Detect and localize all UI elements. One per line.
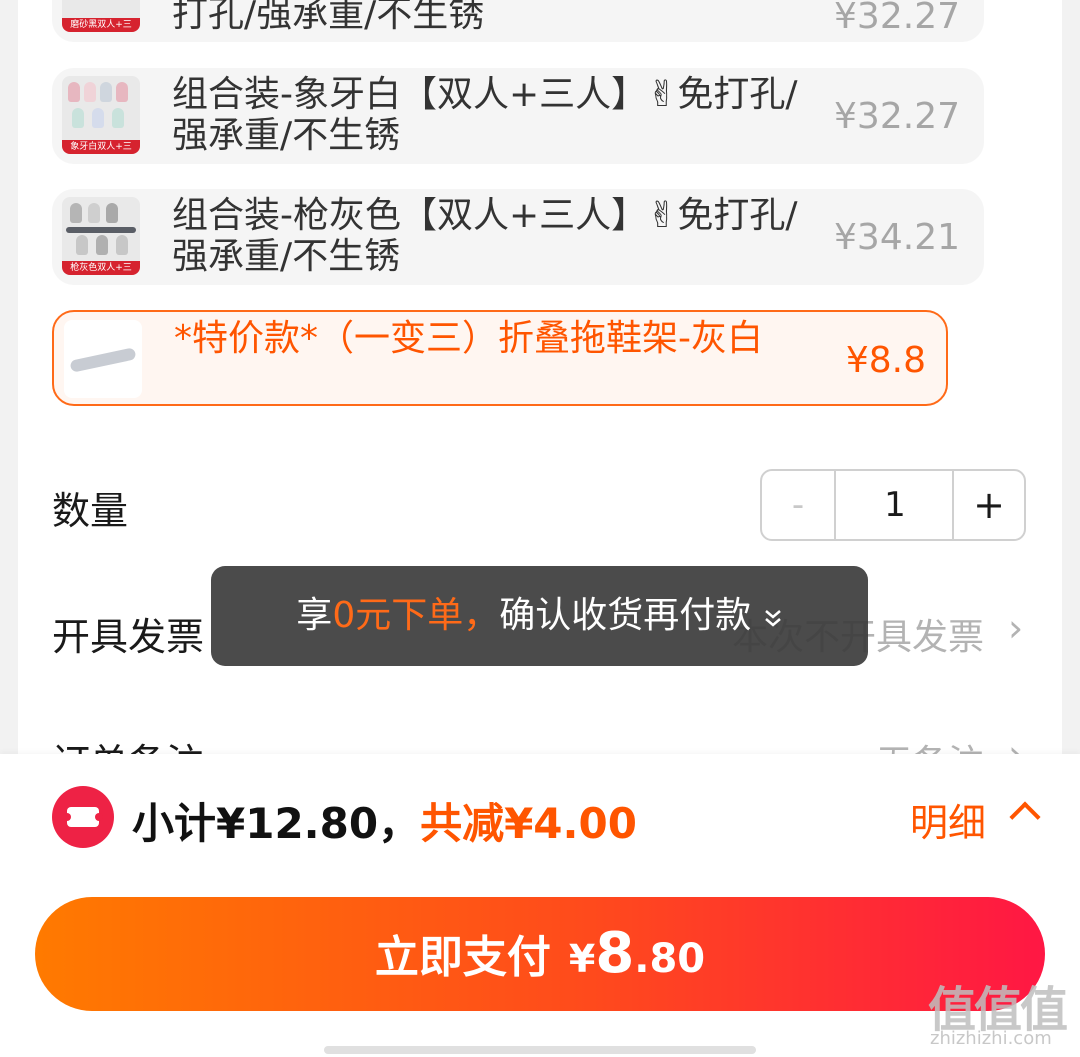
toast-suffix: 确认收货再付款 — [499, 595, 752, 636]
sku-thumbnail-tag: 磨砂黑双人+三 — [62, 18, 140, 32]
pay-label: 立即支付 — [374, 932, 551, 983]
subtotal-text: 小计¥12.80， — [132, 799, 421, 848]
sku-price: ¥8.8 — [845, 340, 926, 381]
sku-option-selected[interactable]: *特价款*（一变三）折叠拖鞋架-灰白 ¥8.8 — [52, 310, 948, 406]
invoice-label: 开具发票 — [52, 615, 205, 659]
toast-prefix: 享 — [296, 595, 333, 636]
double-chevron-down-icon — [763, 602, 783, 632]
sku-thumbnail — [64, 320, 142, 398]
discount-text: 共减¥4.00 — [420, 799, 637, 848]
coupon-icon — [52, 786, 114, 848]
sku-option[interactable]: 磨砂黑双人+三 打孔/强承重/不生锈 ¥32.27 — [52, 0, 984, 42]
sku-name: *特价款*（一变三）折叠拖鞋架-灰白 — [174, 318, 763, 359]
sku-price: ¥34.21 — [834, 217, 960, 258]
price-summary: 小计¥12.80，共减¥4.00 — [132, 790, 637, 851]
quantity-label: 数量 — [52, 489, 129, 533]
chevron-right-icon: › — [1008, 606, 1024, 650]
quantity-stepper: - 1 + — [760, 469, 1026, 541]
sku-thumbnail: 枪灰色双人+三 — [62, 197, 140, 275]
pay-now-button[interactable]: 立即支付 ¥8.80 — [35, 897, 1045, 1011]
sku-thumbnail-tag: 枪灰色双人+三 — [62, 261, 140, 275]
sku-name: 组合装-枪灰色【双人+三人】✌免打孔/强承重/不生锈 — [172, 195, 798, 277]
decrease-button[interactable]: - — [762, 471, 836, 539]
sku-thumbnail: 象牙白双人+三 — [62, 76, 140, 154]
sku-name: 组合装-象牙白【双人+三人】✌免打孔/强承重/不生锈 — [172, 74, 798, 156]
toast-highlight: 0元下单， — [332, 595, 500, 636]
pay-amount-int: 8 — [595, 921, 635, 986]
sku-thumbnail-tag: 象牙白双人+三 — [62, 140, 140, 154]
watermark-site: zhizhizhi.com — [930, 1028, 1052, 1049]
detail-toggle[interactable]: 明细 — [910, 792, 986, 847]
sku-thumbnail: 磨砂黑双人+三 — [62, 0, 140, 32]
quantity-input[interactable]: 1 — [834, 471, 956, 539]
pay-later-toast[interactable]: 享0元下单，确认收货再付款 — [211, 566, 868, 666]
sku-option[interactable]: 象牙白双人+三 组合装-象牙白【双人+三人】✌免打孔/强承重/不生锈 ¥32.2… — [52, 68, 984, 164]
pay-amount-dec: .80 — [634, 936, 706, 982]
sku-price: ¥32.27 — [834, 96, 960, 137]
sku-price: ¥32.27 — [834, 0, 960, 37]
sku-option[interactable]: 枪灰色双人+三 组合装-枪灰色【双人+三人】✌免打孔/强承重/不生锈 ¥34.2… — [52, 189, 984, 285]
home-indicator[interactable] — [324, 1046, 756, 1054]
increase-button[interactable]: + — [952, 471, 1024, 539]
sku-name: 打孔/强承重/不生锈 — [172, 0, 485, 35]
pay-currency: ¥ — [568, 937, 596, 981]
